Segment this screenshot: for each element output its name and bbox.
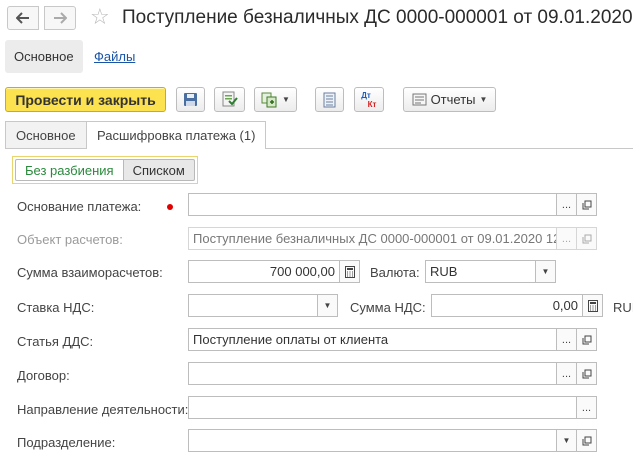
tab-main[interactable]: Основное bbox=[5, 121, 87, 148]
amount-label: Сумма взаиморасчетов: bbox=[17, 265, 163, 280]
open-button[interactable] bbox=[577, 328, 597, 351]
calculator-button[interactable] bbox=[583, 294, 603, 317]
amount-input[interactable]: 700 000,00 bbox=[188, 260, 340, 283]
settlement-object-label: Объект расчетов: bbox=[17, 232, 123, 247]
chevron-down-icon: ▼ bbox=[479, 95, 488, 104]
open-window-icon bbox=[582, 200, 591, 209]
currency-dropdown-button[interactable]: ▼ bbox=[536, 260, 556, 283]
journal-button[interactable] bbox=[315, 87, 344, 112]
select-button: ... bbox=[557, 227, 577, 250]
open-window-icon bbox=[582, 234, 591, 243]
open-button[interactable] bbox=[577, 362, 597, 385]
cash-flow-item-input[interactable]: Поступление оплаты от клиента bbox=[188, 328, 557, 351]
currency-select[interactable]: RUB bbox=[425, 260, 536, 283]
reports-label: Отчеты bbox=[430, 92, 476, 107]
currency-label: Валюта: bbox=[370, 265, 420, 280]
cash-flow-item-label: Статья ДДС: bbox=[17, 334, 94, 349]
basis-label: Основание платежа: bbox=[17, 199, 142, 214]
kt-label: Кт bbox=[367, 99, 377, 109]
department-label: Подразделение: bbox=[17, 435, 116, 450]
vat-rate-dropdown-button[interactable]: ▼ bbox=[318, 294, 338, 317]
settlement-object-input: Поступление безналичных ДС 0000-000001 о… bbox=[188, 227, 557, 250]
open-button[interactable] bbox=[577, 193, 597, 216]
open-window-icon bbox=[582, 436, 591, 445]
vat-rate-label: Ставка НДС: bbox=[17, 300, 95, 315]
reports-icon bbox=[412, 93, 427, 106]
list-document-icon bbox=[323, 92, 336, 107]
split-none-option[interactable]: Без разбиения bbox=[15, 159, 124, 181]
save-button[interactable] bbox=[176, 87, 205, 112]
post-button[interactable] bbox=[214, 87, 245, 112]
business-direction-label: Направление деятельности: bbox=[17, 402, 189, 417]
select-button[interactable]: ... bbox=[577, 396, 597, 419]
post-and-close-button[interactable]: Провести и закрыть bbox=[5, 87, 166, 112]
department-dropdown-button[interactable]: ▼ bbox=[557, 429, 577, 452]
chevron-down-icon: ▼ bbox=[282, 95, 290, 104]
vat-sum-input[interactable]: 0,00 bbox=[431, 294, 583, 317]
basis-input[interactable] bbox=[188, 193, 557, 216]
reports-button[interactable]: Отчеты ▼ bbox=[403, 87, 496, 112]
section-tab-files[interactable]: Файлы bbox=[94, 49, 135, 64]
chevron-down-icon: ▼ bbox=[562, 436, 571, 445]
calculator-icon bbox=[587, 299, 598, 312]
select-button[interactable]: ... bbox=[557, 362, 577, 385]
calculator-icon bbox=[344, 265, 355, 278]
dt-label: Дт bbox=[361, 90, 371, 100]
create-based-on-icon bbox=[261, 92, 277, 107]
split-none-label: Без разбиения bbox=[25, 162, 114, 178]
select-button[interactable]: ... bbox=[557, 328, 577, 351]
vat-currency-label: RUI bbox=[613, 300, 633, 315]
open-window-icon bbox=[582, 369, 591, 378]
create-based-on-button[interactable]: ▼ bbox=[254, 87, 297, 112]
chevron-down-icon: ▼ bbox=[323, 301, 332, 310]
open-button[interactable] bbox=[577, 429, 597, 452]
vat-rate-select[interactable] bbox=[188, 294, 318, 317]
split-mode-toggle: Без разбиения Списком bbox=[12, 156, 198, 184]
forward-button[interactable] bbox=[44, 6, 76, 30]
post-and-close-label: Провести и закрыть bbox=[15, 91, 156, 108]
vat-sum-label: Сумма НДС: bbox=[350, 300, 426, 315]
tab-main-label: Основное bbox=[16, 127, 76, 143]
select-button[interactable]: ... bbox=[557, 193, 577, 216]
dt-kt-button[interactable]: Дт Кт bbox=[354, 87, 384, 112]
section-tab-files-label: Файлы bbox=[94, 49, 136, 64]
contract-label: Договор: bbox=[17, 368, 70, 383]
page-title: Поступление безналичных ДС 0000-000001 о… bbox=[122, 7, 633, 28]
split-list-label: Списком bbox=[132, 162, 185, 178]
open-button bbox=[577, 227, 597, 250]
required-marker bbox=[167, 204, 173, 210]
floppy-disk-icon bbox=[184, 93, 197, 106]
calculator-button[interactable] bbox=[340, 260, 360, 283]
back-button[interactable] bbox=[7, 6, 39, 30]
department-select[interactable] bbox=[188, 429, 557, 452]
section-tab-main-label: Основное bbox=[14, 49, 74, 64]
chevron-down-icon: ▼ bbox=[541, 267, 550, 276]
business-direction-input[interactable] bbox=[188, 396, 577, 419]
arrow-left-icon bbox=[16, 12, 29, 24]
section-tab-main[interactable]: Основное bbox=[5, 40, 83, 73]
split-list-option[interactable]: Списком bbox=[123, 159, 195, 181]
tab-payment-breakdown-label: Расшифровка платежа (1) bbox=[97, 128, 256, 143]
tab-payment-breakdown[interactable]: Расшифровка платежа (1) bbox=[86, 121, 267, 149]
arrow-right-icon bbox=[54, 12, 67, 24]
star-icon[interactable]: ☆ bbox=[90, 6, 110, 28]
contract-input[interactable] bbox=[188, 362, 557, 385]
post-document-icon bbox=[222, 91, 238, 107]
open-window-icon bbox=[582, 335, 591, 344]
